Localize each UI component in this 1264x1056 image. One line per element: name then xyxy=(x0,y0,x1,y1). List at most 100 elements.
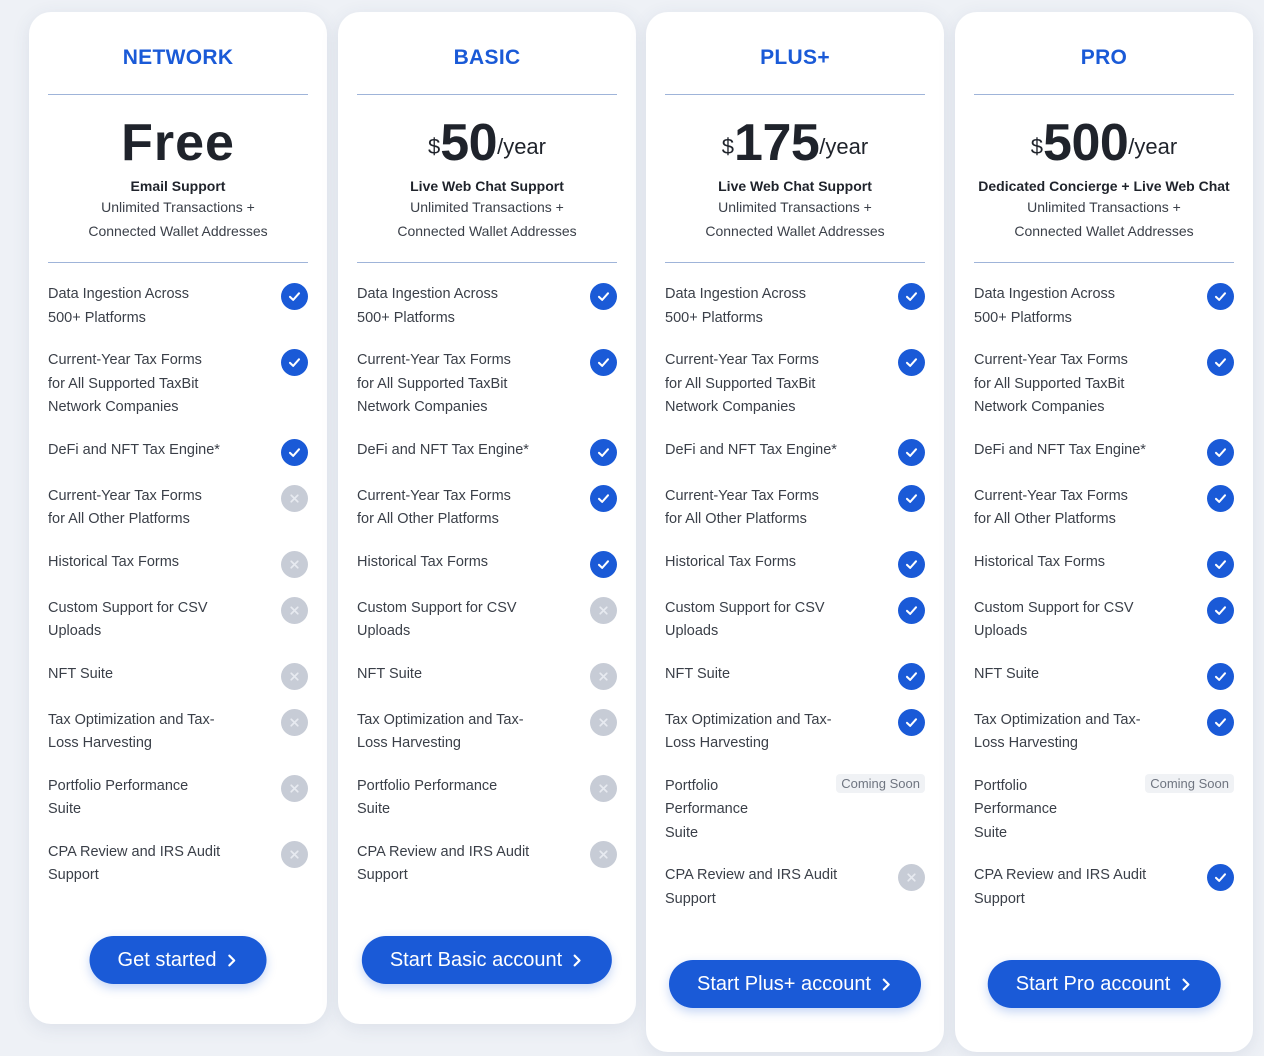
check-icon xyxy=(1207,283,1234,310)
divider xyxy=(48,262,308,263)
x-icon xyxy=(590,840,617,868)
plan-subtitle-line: Unlimited Transactions + xyxy=(410,199,564,215)
feature-row: CPA Review and IRS Audit Support xyxy=(665,864,925,911)
feature-label-line: DeFi and NFT Tax Engine* xyxy=(48,441,220,458)
start-basic-account-button[interactable]: Start Basic account xyxy=(361,936,613,984)
check-icon xyxy=(898,349,925,376)
feature-row: Data Ingestion Across 500+ Platforms xyxy=(48,283,308,330)
chevron-right-icon xyxy=(882,978,890,990)
feature-label-line: Tax Optimization and Tax- xyxy=(974,711,1141,728)
feature-label: NFT Suite xyxy=(665,663,730,687)
x-icon xyxy=(590,662,617,690)
x-icon xyxy=(281,708,308,736)
feature-label: Historical Tax Forms xyxy=(357,551,488,575)
feature-label-line: for All Supported TaxBit xyxy=(48,375,199,392)
feature-label-line: for All Supported TaxBit xyxy=(357,375,508,392)
feature-row: Tax Optimization and Tax- Loss Harvesting xyxy=(357,708,617,756)
check-icon xyxy=(281,349,308,376)
feature-label-line: Network Companies xyxy=(665,399,796,415)
plan-price: $500/year xyxy=(974,113,1234,173)
price-period: /year xyxy=(1128,134,1178,159)
feature-label-line: Uploads xyxy=(48,623,102,639)
x-icon xyxy=(590,708,617,736)
feature-label-line: Historical Tax Forms xyxy=(665,553,797,570)
feature-label: Tax Optimization and Tax- Loss Harvesting xyxy=(665,709,832,756)
check-icon xyxy=(1207,596,1234,624)
plan-support-type: Email Support xyxy=(130,178,226,194)
price-amount: 50 xyxy=(440,114,498,172)
get-started-button[interactable]: Get started xyxy=(89,936,267,984)
feature-label-line: Support xyxy=(974,890,1025,907)
feature-list: Data Ingestion Across 500+ Platforms Curre… xyxy=(357,283,617,888)
check-icon xyxy=(590,438,617,466)
feature-label: Current-Year Tax Forms for All Other Plat… xyxy=(48,485,202,532)
check-icon xyxy=(590,484,617,512)
feature-label-line: Custom Support for CSV xyxy=(665,599,825,616)
feature-label: CPA Review and IRS Audit Support xyxy=(48,841,220,888)
feature-label-line: CPA Review and IRS Audit xyxy=(665,867,838,883)
x-icon xyxy=(281,774,308,802)
feature-label: Current-Year Tax Forms for All Other Plat… xyxy=(357,485,511,532)
x-icon xyxy=(590,596,617,624)
feature-label-line: Network Companies xyxy=(357,399,488,415)
feature-label: DeFi and NFT Tax Engine* xyxy=(48,439,220,463)
plan-support-type: Live Web Chat Support xyxy=(410,178,564,194)
check-icon xyxy=(1207,662,1234,690)
plan-subtitle-line: Unlimited Transactions + xyxy=(101,199,255,215)
start-plus-account-button[interactable]: Start Plus+ account xyxy=(669,960,921,1008)
feature-row: Portfolio Performance Suite Coming Soon xyxy=(665,773,925,846)
feature-label-line: Support xyxy=(665,890,716,907)
feature-row: Current-Year Tax Forms for All Supported … xyxy=(665,349,925,420)
feature-label-line: Custom Support for CSV xyxy=(357,599,517,616)
plan-subtitle-line: Connected Wallet Addresses xyxy=(1014,223,1194,239)
feature-label-line: for All Other Platforms xyxy=(974,511,1116,527)
feature-label: Tax Optimization and Tax- Loss Harvesting xyxy=(48,709,215,756)
check-icon xyxy=(1207,349,1234,376)
divider xyxy=(974,94,1234,95)
feature-row: Custom Support for CSV Uploads xyxy=(665,596,925,644)
check-icon xyxy=(898,283,925,310)
start-pro-account-button[interactable]: Start Pro account xyxy=(987,960,1221,1008)
price-amount: 175 xyxy=(734,114,820,172)
feature-label: Portfolio Performance Suite xyxy=(48,775,188,822)
feature-label: Data Ingestion Across 500+ Platforms xyxy=(974,283,1115,330)
feature-row: DeFi and NFT Tax Engine* xyxy=(48,438,308,466)
plan-subtitle-line: Unlimited Transactions + xyxy=(718,199,872,215)
feature-label-line: for All Other Platforms xyxy=(357,511,499,527)
feature-label-line: Uploads xyxy=(974,623,1028,639)
feature-row: NFT Suite xyxy=(357,662,617,690)
check-icon xyxy=(1207,484,1234,512)
plan-tier-title: PLUS+ xyxy=(760,46,830,69)
feature-label-line: Support xyxy=(48,867,99,883)
feature-label-line: Uploads xyxy=(357,623,411,639)
feature-row: Portfolio Performance Suite xyxy=(48,774,308,822)
feature-label-line: 500+ Platforms xyxy=(665,309,763,326)
plan-price: $50/year xyxy=(357,113,617,173)
feature-row: Tax Optimization and Tax- Loss Harvesting xyxy=(974,708,1234,756)
feature-label: DeFi and NFT Tax Engine* xyxy=(357,439,529,463)
cta-label: Start Plus+ account xyxy=(697,972,871,995)
feature-label-line: Current-Year Tax Forms xyxy=(665,352,819,368)
feature-label-line: 500+ Platforms xyxy=(974,309,1072,326)
plan-subtitle-line: Connected Wallet Addresses xyxy=(397,223,577,239)
feature-label-line: Network Companies xyxy=(48,399,179,415)
feature-label-line: Portfolio Performance xyxy=(357,777,498,794)
feature-label-line: Suite xyxy=(357,801,391,817)
feature-row: Current-Year Tax Forms for All Supported … xyxy=(974,349,1234,420)
plan-support-type: Dedicated Concierge + Live Web Chat xyxy=(978,178,1230,194)
chevron-right-icon xyxy=(1181,978,1190,990)
x-icon xyxy=(281,596,308,624)
feature-label-line: CPA Review and IRS Audit xyxy=(48,843,221,860)
chevron-right-icon xyxy=(573,954,581,966)
feature-label-line: for All Other Platforms xyxy=(665,511,807,527)
feature-label-line: Network Companies xyxy=(974,399,1105,415)
feature-row: Historical Tax Forms xyxy=(357,550,617,578)
feature-label-line: Current-Year Tax Forms xyxy=(665,487,819,504)
feature-row: Portfolio Performance Suite Coming Soon xyxy=(974,773,1234,846)
x-icon xyxy=(281,550,308,578)
feature-label-line: Custom Support for CSV xyxy=(974,599,1134,616)
check-icon xyxy=(898,596,925,624)
plan-tier-title: NETWORK xyxy=(122,46,234,69)
feature-label-line: NFT Suite xyxy=(357,665,423,682)
feature-label-line: Suite xyxy=(974,824,1008,841)
